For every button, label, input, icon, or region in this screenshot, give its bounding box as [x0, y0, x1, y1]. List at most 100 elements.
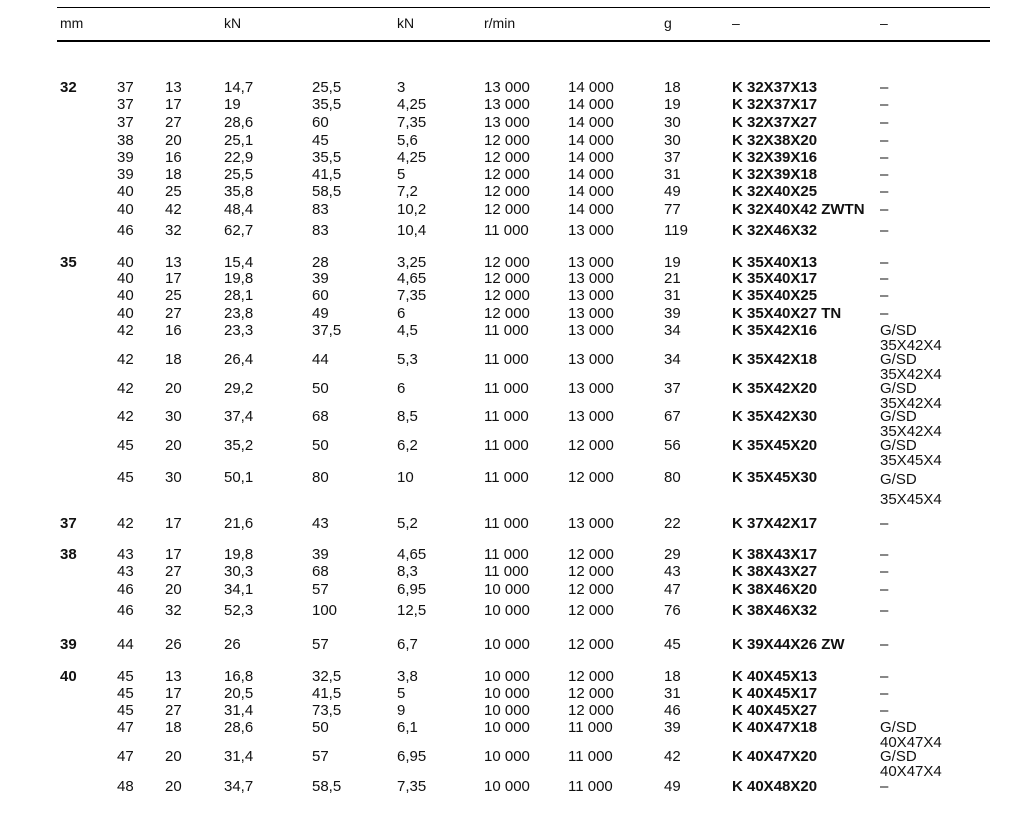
static-load-cell: 83	[312, 222, 329, 239]
width-cell: 18	[165, 719, 182, 736]
bore-diameter: 40	[60, 668, 77, 685]
outer-diameter-cell: 37	[117, 114, 134, 131]
dynamic-load-cell: 16,8	[224, 668, 254, 685]
limiting-speed-cell: 13 000	[568, 380, 614, 397]
mass-cell: 67	[664, 408, 681, 425]
fatigue-load-cell: 5,6	[397, 132, 418, 149]
static-load-cell: 100	[312, 602, 338, 619]
limiting-speed-cell: 12 000	[568, 581, 614, 598]
mass-cell: 49	[664, 778, 681, 795]
limiting-speed-cell: 12 000	[568, 437, 614, 454]
accessory-cell: –	[880, 602, 889, 619]
accessory-cell: G/SD 35X45X4	[880, 471, 942, 508]
static-load-cell: 68	[312, 563, 329, 580]
bore-diameter: 35	[60, 254, 77, 271]
mass-cell: 31	[664, 287, 681, 304]
static-load-cell: 28	[312, 254, 329, 271]
bore-diameter: 38	[60, 546, 77, 563]
designation-cell: K 32X46X32	[732, 222, 818, 239]
reference-speed-cell: 13 000	[484, 114, 530, 131]
width-cell: 32	[165, 602, 182, 619]
limiting-speed-cell: 12 000	[568, 469, 614, 486]
designation-cell: K 35X40X13	[732, 254, 818, 271]
accessory-cell: –	[880, 581, 889, 598]
mass-cell: 30	[664, 132, 681, 149]
static-load-cell: 41,5	[312, 166, 342, 183]
fatigue-load-cell: 6	[397, 380, 406, 397]
unit-header-designation: –	[732, 15, 740, 31]
fatigue-load-cell: 6,7	[397, 636, 418, 653]
fatigue-load-cell: 4,5	[397, 322, 418, 339]
outer-diameter-cell: 46	[117, 222, 134, 239]
outer-diameter-cell: 42	[117, 380, 134, 397]
width-cell: 13	[165, 254, 182, 271]
designation-cell: K 35X40X17	[732, 270, 818, 287]
width-cell: 16	[165, 149, 182, 166]
dynamic-load-cell: 35,2	[224, 437, 254, 454]
unit-header-mass: g	[664, 15, 672, 31]
width-cell: 20	[165, 778, 182, 795]
fatigue-load-cell: 6,95	[397, 748, 427, 765]
reference-speed-cell: 10 000	[484, 668, 530, 685]
reference-speed-cell: 10 000	[484, 581, 530, 598]
width-cell: 20	[165, 437, 182, 454]
width-cell: 20	[165, 748, 182, 765]
width-cell: 27	[165, 114, 182, 131]
accessory-cell: –	[880, 114, 889, 131]
width-cell: 27	[165, 702, 182, 719]
width-cell: 13	[165, 668, 182, 685]
designation-cell: K 32X39X18	[732, 166, 818, 183]
limiting-speed-cell: 13 000	[568, 222, 614, 239]
static-load-cell: 35,5	[312, 96, 342, 113]
width-cell: 27	[165, 563, 182, 580]
limiting-speed-cell: 14 000	[568, 149, 614, 166]
fatigue-load-cell: 8,3	[397, 563, 418, 580]
mass-cell: 34	[664, 351, 681, 368]
reference-speed-cell: 10 000	[484, 748, 530, 765]
accessory-cell: G/SD 40X47X4	[880, 748, 942, 780]
width-cell: 25	[165, 183, 182, 200]
limiting-speed-cell: 11 000	[568, 778, 613, 795]
fatigue-load-cell: 7,2	[397, 183, 418, 200]
bore-diameter: 39	[60, 636, 77, 653]
outer-diameter-cell: 42	[117, 408, 134, 425]
limiting-speed-cell: 14 000	[568, 114, 614, 131]
static-load-cell: 80	[312, 469, 329, 486]
dynamic-load-cell: 28,6	[224, 719, 254, 736]
dynamic-load-cell: 22,9	[224, 149, 254, 166]
outer-diameter-cell: 43	[117, 546, 134, 563]
outer-diameter-cell: 42	[117, 322, 134, 339]
static-load-cell: 37,5	[312, 322, 342, 339]
accessory-cell: G/SD 35X42X4	[880, 380, 942, 412]
limiting-speed-cell: 14 000	[568, 79, 614, 96]
fatigue-load-cell: 6,1	[397, 719, 418, 736]
top-rule	[57, 7, 990, 8]
outer-diameter-cell: 42	[117, 351, 134, 368]
dynamic-load-cell: 34,7	[224, 778, 254, 795]
mass-cell: 37	[664, 149, 681, 166]
limiting-speed-cell: 11 000	[568, 719, 613, 736]
static-load-cell: 60	[312, 114, 329, 131]
mass-cell: 80	[664, 469, 681, 486]
reference-speed-cell: 10 000	[484, 685, 530, 702]
dynamic-load-cell: 28,6	[224, 114, 254, 131]
mass-cell: 77	[664, 201, 681, 218]
reference-speed-cell: 10 000	[484, 702, 530, 719]
width-cell: 17	[165, 96, 182, 113]
dynamic-load-cell: 31,4	[224, 702, 254, 719]
mass-cell: 18	[664, 668, 681, 685]
outer-diameter-cell: 45	[117, 469, 134, 486]
width-cell: 20	[165, 581, 182, 598]
fatigue-load-cell: 10,4	[397, 222, 427, 239]
designation-cell: K 32X37X27	[732, 114, 818, 131]
designation-cell: K 35X45X30	[732, 469, 818, 486]
bore-diameter: 37	[60, 515, 77, 532]
accessory-cell: –	[880, 515, 889, 532]
dynamic-load-cell: 19,8	[224, 270, 254, 287]
reference-speed-cell: 12 000	[484, 149, 530, 166]
dynamic-load-cell: 29,2	[224, 380, 254, 397]
limiting-speed-cell: 13 000	[568, 305, 614, 322]
dynamic-load-cell: 30,3	[224, 563, 254, 580]
fatigue-load-cell: 10,2	[397, 201, 427, 218]
accessory-cell: G/SD 35X42X4	[880, 408, 942, 440]
